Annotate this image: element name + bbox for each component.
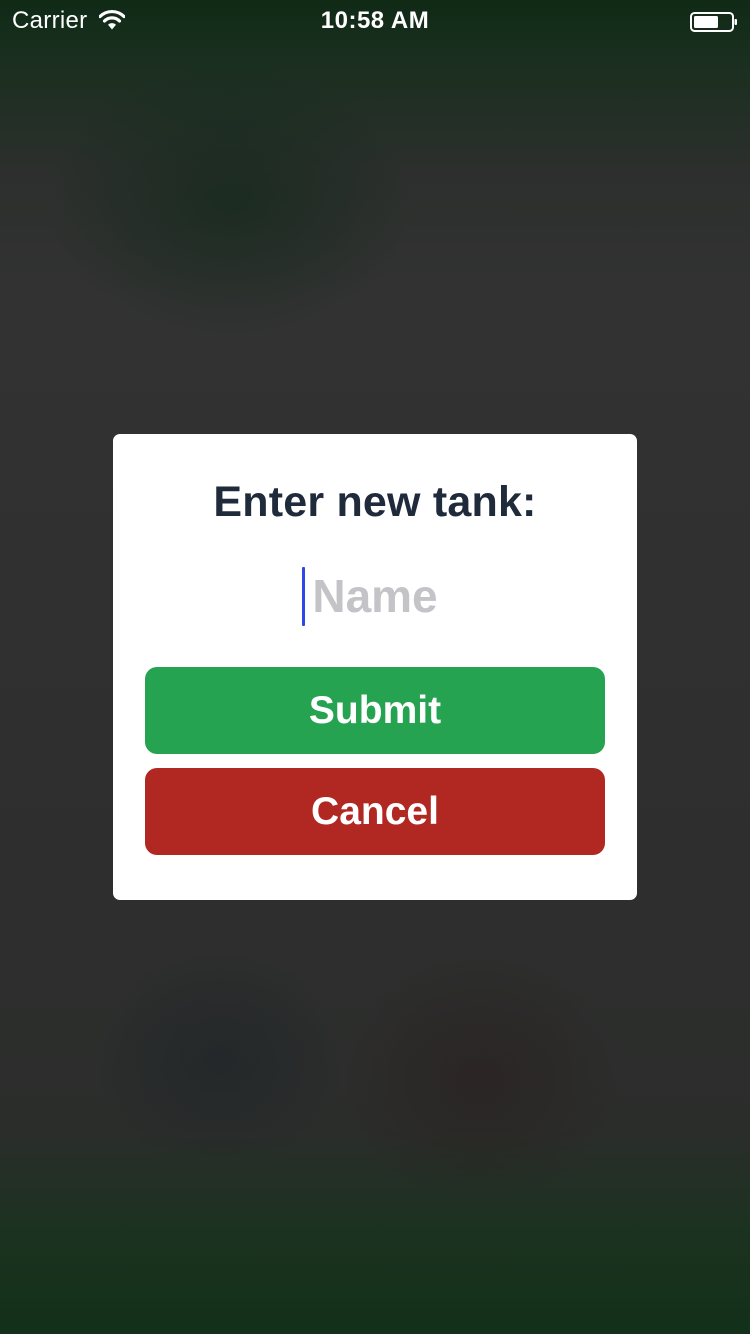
name-input[interactable] xyxy=(240,563,510,629)
status-bar: Carrier 10:58 AM xyxy=(0,0,750,40)
submit-button[interactable]: Submit xyxy=(145,667,605,754)
text-caret xyxy=(302,567,305,626)
battery-icon xyxy=(690,11,738,32)
clock: 10:58 AM xyxy=(320,7,430,34)
name-field[interactable] xyxy=(240,563,510,629)
cancel-button[interactable]: Cancel xyxy=(145,768,605,855)
dialog-title: Enter new tank: xyxy=(213,478,537,526)
